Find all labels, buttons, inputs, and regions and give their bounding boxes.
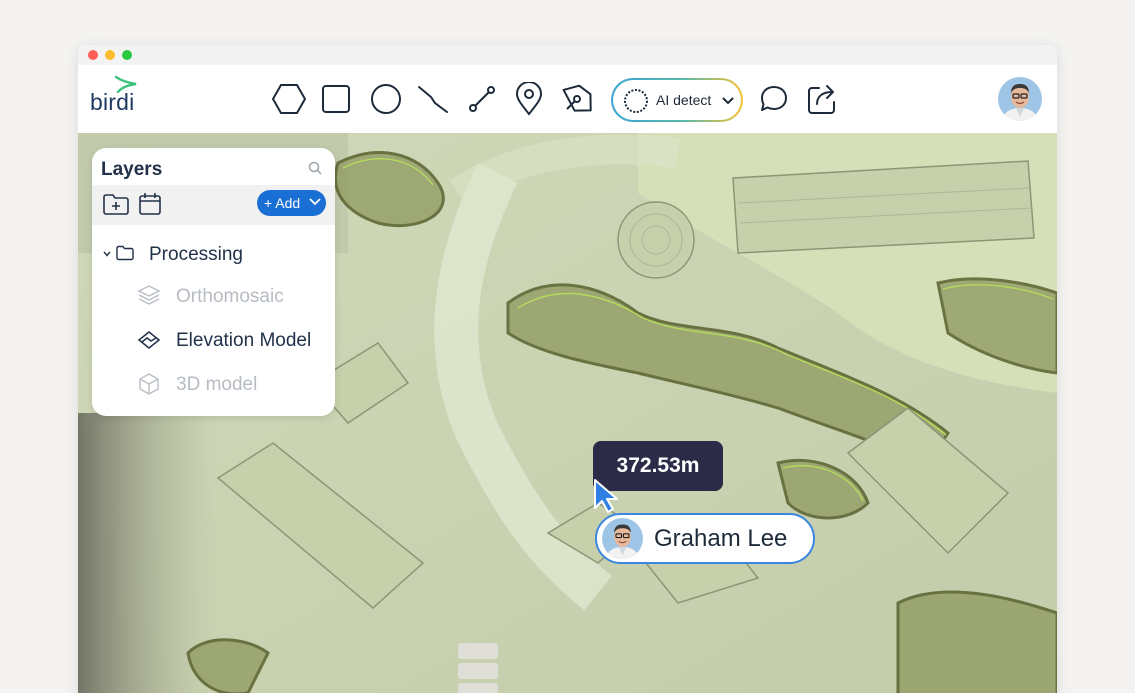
map-pin-icon — [515, 82, 543, 116]
layers-title: Layers — [101, 159, 163, 180]
logo-text: birdi — [90, 89, 135, 115]
line-icon — [469, 86, 495, 112]
add-layer-label: + Add — [264, 195, 301, 211]
layer-label: Processing — [149, 244, 243, 265]
collaborator-pill[interactable]: Graham Lee — [595, 513, 815, 564]
share-icon — [808, 85, 835, 114]
circle-tool-button[interactable] — [366, 79, 406, 119]
pin-tool-button[interactable] — [509, 79, 549, 119]
ai-sparkle-ring-icon — [624, 89, 648, 113]
square-icon — [322, 85, 350, 113]
layer-item-elevation-model[interactable]: Elevation Model — [92, 322, 335, 358]
chat-bubble-icon — [761, 86, 787, 111]
chevron-down-icon — [309, 198, 321, 206]
layer-item-orthomosaic[interactable]: Orthomosaic — [92, 278, 335, 314]
search-icon — [308, 161, 322, 175]
elevation-icon — [137, 331, 161, 349]
rectangle-tool-button[interactable] — [316, 79, 356, 119]
calendar-button[interactable] — [138, 192, 162, 221]
layers-actions-bar: + Add — [92, 185, 335, 225]
chevron-down-icon — [103, 251, 111, 257]
chevron-down-icon — [722, 97, 734, 105]
top-toolbar: birdi AI detect — [78, 65, 1057, 133]
measurement-value: 372.53m — [616, 454, 700, 477]
ai-detect-button[interactable]: AI detect — [611, 78, 743, 122]
user-photo-icon — [998, 77, 1042, 121]
pen-nib-icon — [562, 84, 592, 112]
ai-detect-label: AI detect — [656, 92, 712, 108]
layer-item-processing[interactable]: Processing — [92, 236, 335, 272]
close-window-button[interactable] — [88, 50, 98, 60]
new-folder-button[interactable] — [102, 192, 130, 221]
cube-icon — [139, 373, 159, 395]
polyline-icon — [418, 86, 448, 113]
polyline-tool-button[interactable] — [413, 79, 453, 119]
birdi-logo[interactable]: birdi — [90, 75, 150, 121]
pen-tool-button[interactable] — [558, 79, 598, 119]
folder-add-icon — [103, 194, 129, 215]
cursor-pointer-icon — [594, 479, 618, 513]
stack-icon — [137, 285, 161, 305]
calendar-icon — [139, 193, 161, 215]
layer-label: Orthomosaic — [176, 286, 284, 307]
add-layer-button[interactable]: + Add — [257, 190, 326, 216]
layer-label: Elevation Model — [176, 330, 312, 351]
measure-line-tool-button[interactable] — [462, 79, 502, 119]
collaborator-avatar — [602, 518, 643, 559]
share-button[interactable] — [802, 79, 842, 119]
layer-item-3d-model[interactable]: 3D model — [92, 366, 335, 402]
user-avatar[interactable] — [998, 77, 1042, 121]
layers-panel: Layers + Add Processing Orthomosaic Elev… — [92, 148, 335, 416]
polygon-tool-button[interactable] — [269, 79, 309, 119]
user-photo-icon — [602, 518, 643, 559]
window-titlebar — [78, 45, 1057, 65]
layers-search-button[interactable] — [308, 161, 322, 180]
folder-icon — [116, 245, 134, 261]
circle-icon — [371, 84, 401, 114]
hexagon-icon — [271, 84, 307, 114]
collaborator-name: Graham Lee — [654, 525, 788, 552]
layer-label: 3D model — [176, 374, 258, 395]
comment-button[interactable] — [754, 79, 794, 119]
maximize-window-button[interactable] — [122, 50, 132, 60]
minimize-window-button[interactable] — [105, 50, 115, 60]
